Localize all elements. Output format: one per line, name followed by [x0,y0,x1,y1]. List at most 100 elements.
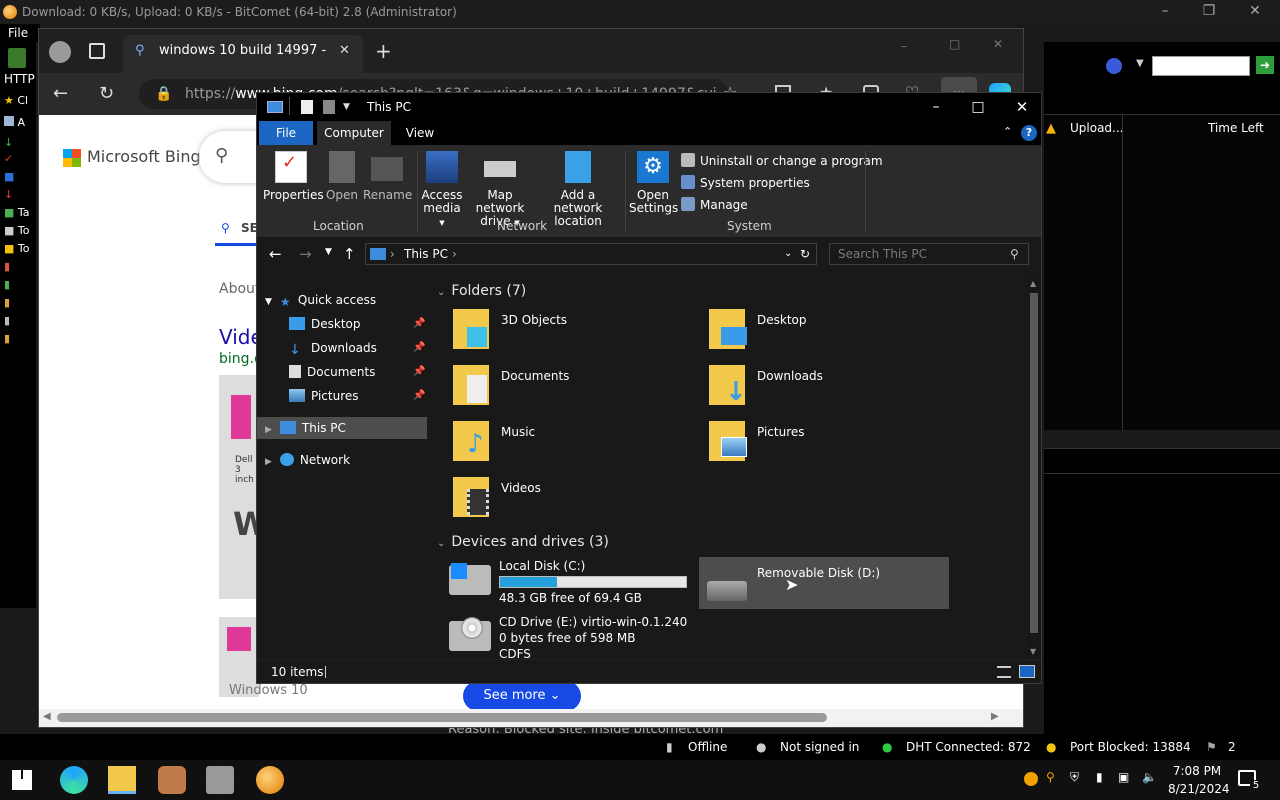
tray-volume-icon[interactable]: 🔈 [1142,770,1157,784]
offline-status[interactable]: Offline [688,740,727,754]
refresh-icon[interactable]: ↻ [99,83,114,104]
collapse-ribbon-icon[interactable]: ⌃ [1003,125,1012,138]
tray-shield-icon[interactable]: ⛨ [1070,770,1079,785]
bitcomet-menu-file[interactable]: File [0,24,40,42]
customize-qat-icon[interactable]: ▼ [343,93,350,121]
tree-item-desktop[interactable]: Desktop 📌 [257,313,427,335]
tree-item-downloads[interactable]: ↓ Downloads 📌 [257,337,427,359]
bitcomet-tree-item[interactable]: ■ To [4,224,36,240]
bitcomet-globe-icon[interactable] [1106,58,1122,74]
bell-icon[interactable]: ⚑ [1206,740,1217,754]
time-left-column-header[interactable]: Time Left [1208,121,1264,135]
drive-d[interactable]: Removable Disk (D:) ➤ [699,557,949,609]
tray-usb-icon[interactable]: ▮ [1096,770,1103,784]
folder-pictures[interactable]: Pictures [709,421,949,471]
bitcomet-tree-item[interactable]: ▮ [4,278,36,294]
folder-videos[interactable]: Videos [453,477,693,527]
tab-file[interactable]: File [259,121,313,145]
scrollbar-thumb[interactable] [1030,293,1038,633]
bitcomet-tree-item[interactable]: ▮ [4,260,36,276]
details-view-icon[interactable] [997,666,1011,678]
folder-desktop[interactable]: Desktop [709,309,949,359]
tree-item-this-pc[interactable]: ▶ This PC [257,417,427,439]
bitcomet-tree-item[interactable]: ▮ [4,332,36,348]
search-this-pc-input[interactable]: Search This PC ⚲ [829,243,1029,265]
file-explorer-taskbar-icon[interactable] [108,766,136,794]
edge-minimize-button[interactable]: – [901,39,907,53]
expand-icon[interactable]: ▼ [265,297,272,307]
uninstall-program-button[interactable]: Uninstall or change a program [681,153,883,168]
edge-maximize-button[interactable]: □ [949,37,960,51]
new-tab-icon[interactable]: + [375,39,392,63]
close-tab-icon[interactable]: ✕ [339,35,350,67]
signin-status[interactable]: Not signed in [780,740,859,754]
devices-section-header[interactable]: ⌄ Devices and drives (3) [437,534,609,550]
path-dropdown-icon[interactable]: ⌄ [784,244,792,264]
tree-item-network[interactable]: ▶ Network [257,449,427,471]
large-icons-view-icon[interactable] [1019,665,1035,678]
port-status[interactable]: Port Blocked: 13884 [1070,740,1191,754]
bitcomet-new-task-icon[interactable] [8,48,26,68]
back-arrow-icon[interactable]: ← [269,245,282,263]
open-button[interactable]: Open [323,151,361,202]
start-windows-icon[interactable] [12,770,32,790]
manage-button[interactable]: Manage [681,197,748,212]
installer-taskbar-icon[interactable] [206,766,234,794]
see-more-button[interactable]: See more ⌄ [463,681,581,711]
tree-item-quick-access[interactable]: ▼ ★ Quick access [257,289,427,311]
tab-computer[interactable]: Computer [317,121,391,145]
properties-button[interactable]: ✓ Properties [263,151,324,202]
open-settings-button[interactable]: ⚙ Open Settings [629,151,678,215]
tray-network-icon[interactable]: ▣ [1118,770,1129,784]
explorer-maximize-button[interactable]: □ [963,93,993,121]
recent-locations-icon[interactable]: ▼ [325,247,332,257]
bitcomet-tree-item[interactable]: ■ Ta [4,206,36,222]
new-folder-icon[interactable] [323,100,335,114]
expand-icon[interactable]: ▶ [265,457,272,467]
folders-section-header[interactable]: ⌄ Folders (7) [437,283,526,299]
quick-properties-icon[interactable] [301,100,313,114]
edge-horizontal-scrollbar[interactable]: ◀ ▶ [39,709,1023,727]
tree-item-documents[interactable]: Documents 📌 [257,361,427,383]
system-properties-button[interactable]: System properties [681,175,810,190]
bitcomet-restore-button[interactable]: ❐ [1186,0,1232,24]
bitcomet-close-button[interactable]: ✕ [1232,0,1278,24]
path-segment-this-pc[interactable]: This PC [404,244,448,264]
edge-taskbar-icon[interactable] [60,766,88,794]
dht-status[interactable]: DHT Connected: 872 [906,740,1031,754]
drive-c[interactable]: Local Disk (C:) 48.3 GB free of 69.4 GB [449,559,693,605]
bing-search-icon[interactable]: ⚲ [215,145,228,166]
expand-icon[interactable]: ▶ [265,425,272,435]
folder-documents[interactable]: Documents [453,365,693,415]
help-icon[interactable]: ? [1021,125,1037,141]
bitcomet-tree-item[interactable]: ■ To [4,242,36,258]
refresh-path-icon[interactable]: ↻ [800,244,810,264]
explorer-close-button[interactable]: ✕ [1007,93,1037,121]
bitcomet-tree-item[interactable]: ↓ [4,136,36,152]
people-taskbar-icon[interactable] [158,766,186,794]
scrollbar-thumb[interactable] [57,713,827,722]
up-arrow-icon[interactable]: ↑ [343,245,356,263]
video-thumbnail[interactable]: Dell 3 inch W [219,375,259,599]
bitcomet-tree-item[interactable]: ▮ [4,296,36,312]
bitcomet-tree-item[interactable]: ▮ [4,314,36,330]
bitcomet-tree-item[interactable]: ★ Cl [4,94,36,110]
bitcomet-tree-item[interactable]: ↓ [4,188,36,204]
folder-3d-objects[interactable]: 3D Objects [453,309,693,359]
drive-e[interactable]: CD Drive (E:) virtio-win-0.1.240 0 bytes… [449,615,709,661]
bitcomet-search-box[interactable] [1152,56,1250,76]
add-network-location-button[interactable]: Add a network location [537,151,619,228]
bitcomet-taskbar-icon[interactable] [256,766,284,794]
bitcomet-search-go-icon[interactable]: ➜ [1256,56,1274,74]
folder-music[interactable]: ♪ Music [453,421,693,471]
forward-arrow-icon[interactable]: → [299,245,312,263]
bitcomet-tree-item[interactable]: ✓ [4,152,36,168]
folder-downloads[interactable]: ↓ Downloads [709,365,949,415]
upload-column-header[interactable]: Upload... [1070,121,1124,135]
address-path[interactable]: › This PC › ⌄ ↻ [365,243,817,265]
profile-avatar[interactable] [49,41,71,63]
clock-date[interactable]: 8/21/2024 [1168,782,1230,796]
access-media-button[interactable]: Access media ▼ [421,151,463,230]
bitcomet-minimize-button[interactable]: – [1142,0,1188,24]
tray-bitcomet-icon[interactable] [1024,772,1038,786]
